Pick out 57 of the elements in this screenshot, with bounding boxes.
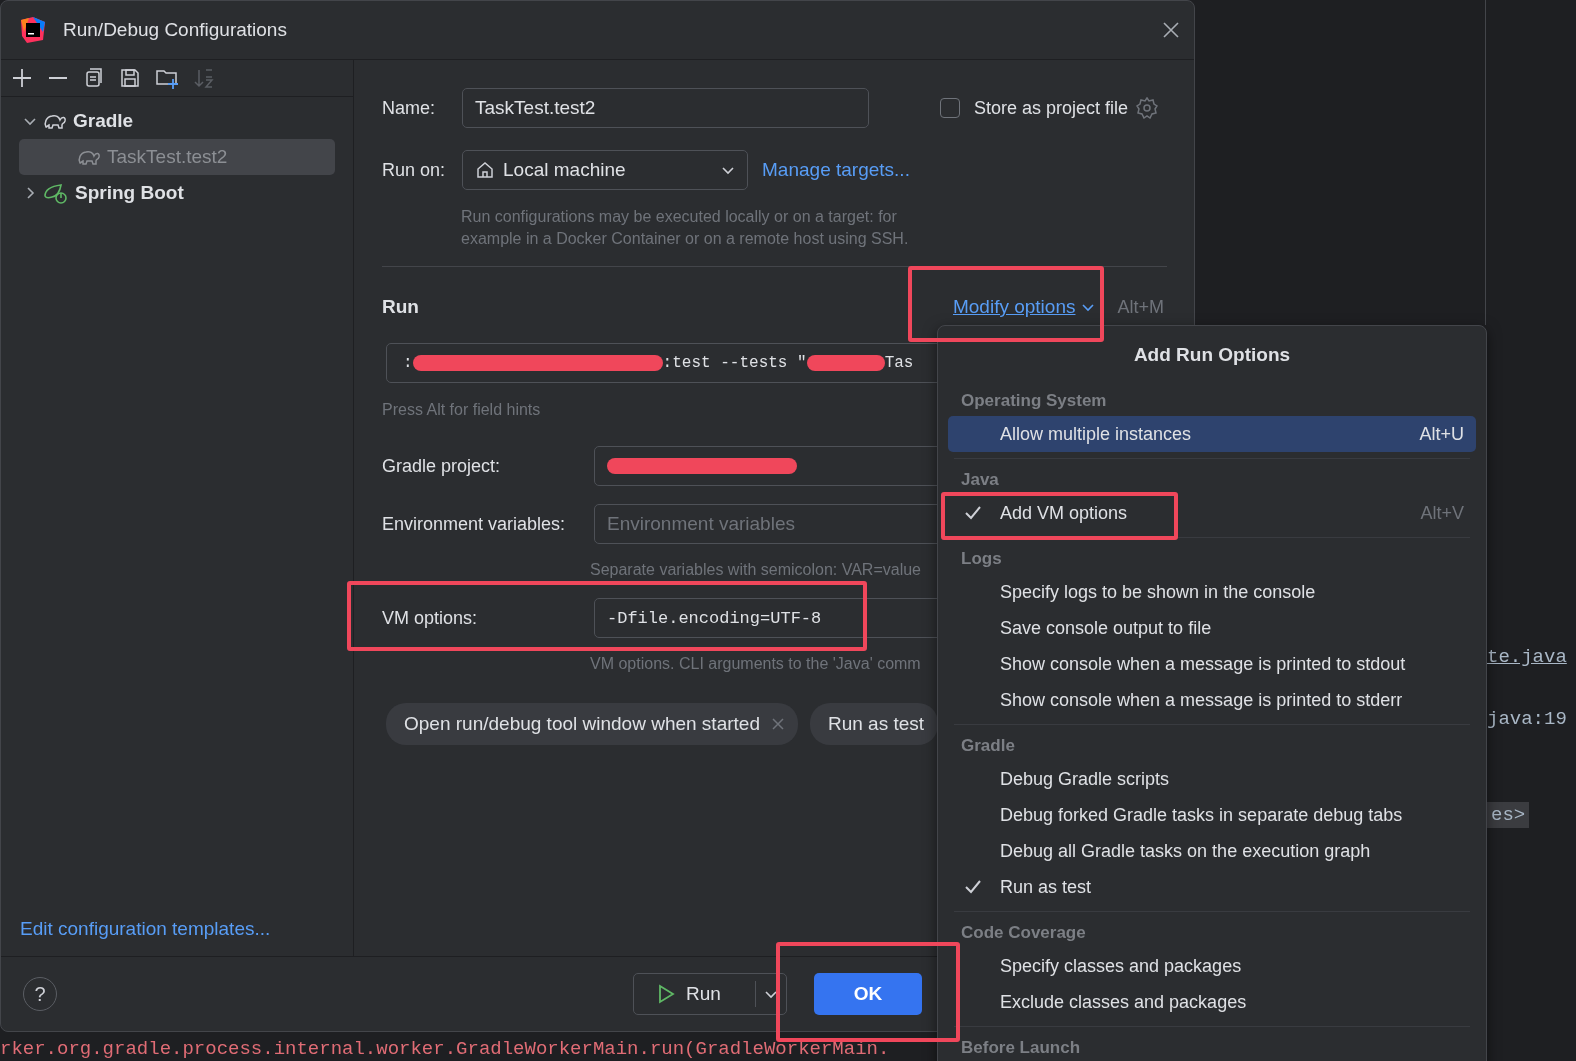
option-chip[interactable]: Run as test — [809, 703, 939, 745]
code-text: java:19 — [1487, 708, 1567, 730]
modify-options-link[interactable]: Modify options — [952, 296, 1076, 318]
checkbox-label: Store as project file — [974, 97, 1129, 119]
check-icon — [964, 879, 982, 895]
close-icon[interactable] — [1162, 21, 1180, 39]
option-chip[interactable]: Open run/debug tool window when started — [386, 703, 798, 745]
field-label: Run on: — [382, 159, 446, 181]
field-label: Name: — [382, 97, 435, 119]
checkbox[interactable] — [940, 98, 960, 118]
field-label: Gradle project: — [382, 455, 502, 477]
menu-item[interactable]: Show console when a message is printed to stderr — [948, 682, 1476, 718]
manage-targets-link[interactable]: Manage targets... — [762, 159, 910, 181]
app-logo-icon — [19, 16, 47, 44]
popup-title: Add Run Options — [1132, 343, 1292, 367]
tree-item[interactable]: Gradle — [19, 103, 335, 139]
menu-item[interactable]: Specify classes and packages — [948, 948, 1476, 984]
console-line: rker.org.gradle.process.internal.worker.GradleWorkerMain.run(GradleWorkerMain. — [0, 1038, 890, 1060]
hint-text: Press Alt for field hints — [382, 400, 541, 420]
shortcut-text: Alt+M — [1117, 296, 1164, 318]
menu-item[interactable]: Run as test — [948, 869, 1476, 905]
menu-item[interactable]: Debug all Gradle tasks on the execution graph — [948, 833, 1476, 869]
name-field[interactable]: TaskTest.test2 — [462, 88, 869, 128]
group-header: Java — [960, 469, 1000, 491]
new-folder-icon[interactable] — [155, 67, 179, 89]
hint-text: Separate variables with semicolon: VAR=value — [590, 560, 921, 580]
settings-icon[interactable] — [1136, 97, 1159, 119]
play-icon — [656, 984, 676, 1004]
menu-item[interactable]: Debug Gradle scripts — [948, 761, 1476, 797]
menu-item[interactable]: Show console when a message is printed to stdout — [948, 646, 1476, 682]
field-label: VM options: — [382, 607, 479, 629]
dialog-title: Run/Debug Configurations — [63, 19, 288, 41]
menu-item[interactable]: Allow multiple instances Alt+U — [948, 416, 1476, 452]
group-header: Operating System — [960, 390, 1108, 412]
code-text: es> — [1487, 802, 1530, 828]
menu-item[interactable]: Debug forked Gradle tasks in separate debug tabs — [948, 797, 1476, 833]
copy-icon[interactable] — [83, 67, 105, 89]
group-header: Logs — [960, 548, 1003, 570]
hint-text: Run configurations may be executed locally or on a target: for example in a Docker Container or on a remote host using SSH. — [461, 207, 909, 249]
check-icon — [964, 505, 982, 521]
edit-templates-link[interactable]: Edit configuration templates... — [1, 918, 353, 956]
group-header: Gradle — [960, 735, 1016, 757]
add-icon[interactable] — [11, 67, 33, 89]
hint-text: VM options. CLI arguments to the 'Java' comm — [590, 654, 921, 674]
section-title: Run — [382, 296, 420, 318]
group-header: Before Launch — [960, 1037, 1082, 1059]
run-on-dropdown[interactable]: Local machine — [462, 150, 749, 190]
group-header: Code Coverage — [960, 922, 1087, 944]
menu-item[interactable]: Exclude classes and packages — [948, 984, 1476, 1020]
save-icon[interactable] — [119, 67, 141, 89]
ok-button[interactable]: OK — [814, 973, 922, 1015]
run-button[interactable]: Run — [633, 973, 787, 1015]
tree-item[interactable]: Spring Boot — [19, 175, 335, 211]
home-icon — [475, 160, 496, 180]
code-text: te.java — [1487, 646, 1567, 668]
field-label: Environment variables: — [382, 513, 567, 535]
leaf-power-icon — [43, 182, 69, 204]
